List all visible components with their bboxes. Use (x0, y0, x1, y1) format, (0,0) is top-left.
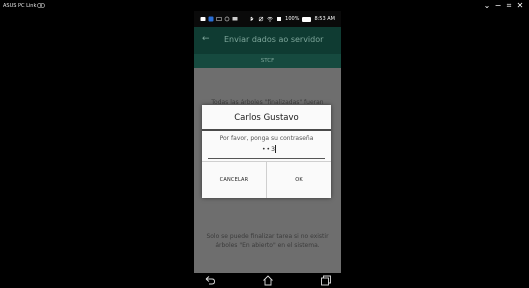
app-subtitle: STCF (194, 54, 341, 68)
navigation-bar (194, 273, 341, 288)
app-bar-title: Enviar dados ao servidor (224, 35, 324, 44)
ok-button[interactable]: OK (267, 162, 331, 198)
close-button[interactable]: ✕ (516, 1, 524, 11)
text-cursor (275, 145, 276, 153)
minimize-button[interactable]: − (494, 1, 502, 11)
cast-icon (232, 17, 238, 21)
back-arrow-button[interactable]: ← (202, 34, 210, 44)
email-icon (216, 17, 222, 21)
app-blue-icon (208, 16, 214, 22)
window-title: ASUS PC Link (3, 3, 37, 9)
window-controls: ⌄ − ⌗ ✕ (483, 1, 524, 11)
link-icon (37, 3, 45, 8)
cancel-button[interactable]: CANCELAR (202, 162, 266, 198)
back-arrow-icon[interactable] (204, 275, 216, 286)
pc-link-window: ASUS PC Link ⌄ − ⌗ ✕ 100% 8:53 AM ← Envi… (0, 0, 529, 288)
clock: 8:53 AM (314, 16, 335, 22)
password-underline (208, 158, 325, 159)
notification-icons (200, 11, 238, 27)
app-bar: ← Enviar dados ao servidor (194, 27, 341, 54)
layout-button[interactable]: ⌗ (505, 1, 513, 11)
message-icon (200, 17, 206, 21)
battery-icon (302, 16, 312, 22)
info-message-bottom: Solo se puede finalizar tarea si no exis… (206, 233, 329, 249)
dialog-divider (202, 129, 331, 131)
settings-icon (224, 16, 230, 22)
password-dialog: Carlos Gustavo Por favor, ponga su contr… (202, 105, 331, 198)
battery-percent: 100% (285, 16, 300, 22)
status-right: 100% 8:53 AM (249, 11, 335, 27)
mute-icon (258, 16, 264, 22)
wifi-icon (267, 16, 273, 22)
recents-icon[interactable] (320, 275, 332, 286)
password-field[interactable]: ••3 (262, 146, 276, 153)
background-control-right (331, 121, 339, 129)
phone-screen: 100% 8:53 AM ← Enviar dados ao servidor … (194, 11, 341, 288)
home-icon[interactable] (262, 275, 274, 286)
signal-icon (277, 17, 282, 21)
dialog-buttons: CANCELAR OK (202, 161, 331, 198)
dialog-prompt: Por favor, ponga su contraseña (219, 135, 314, 142)
dialog-title: Carlos Gustavo (234, 113, 299, 123)
chevron-down-icon[interactable]: ⌄ (483, 1, 491, 11)
bluetooth-icon (250, 16, 254, 21)
status-bar: 100% 8:53 AM (194, 11, 341, 27)
